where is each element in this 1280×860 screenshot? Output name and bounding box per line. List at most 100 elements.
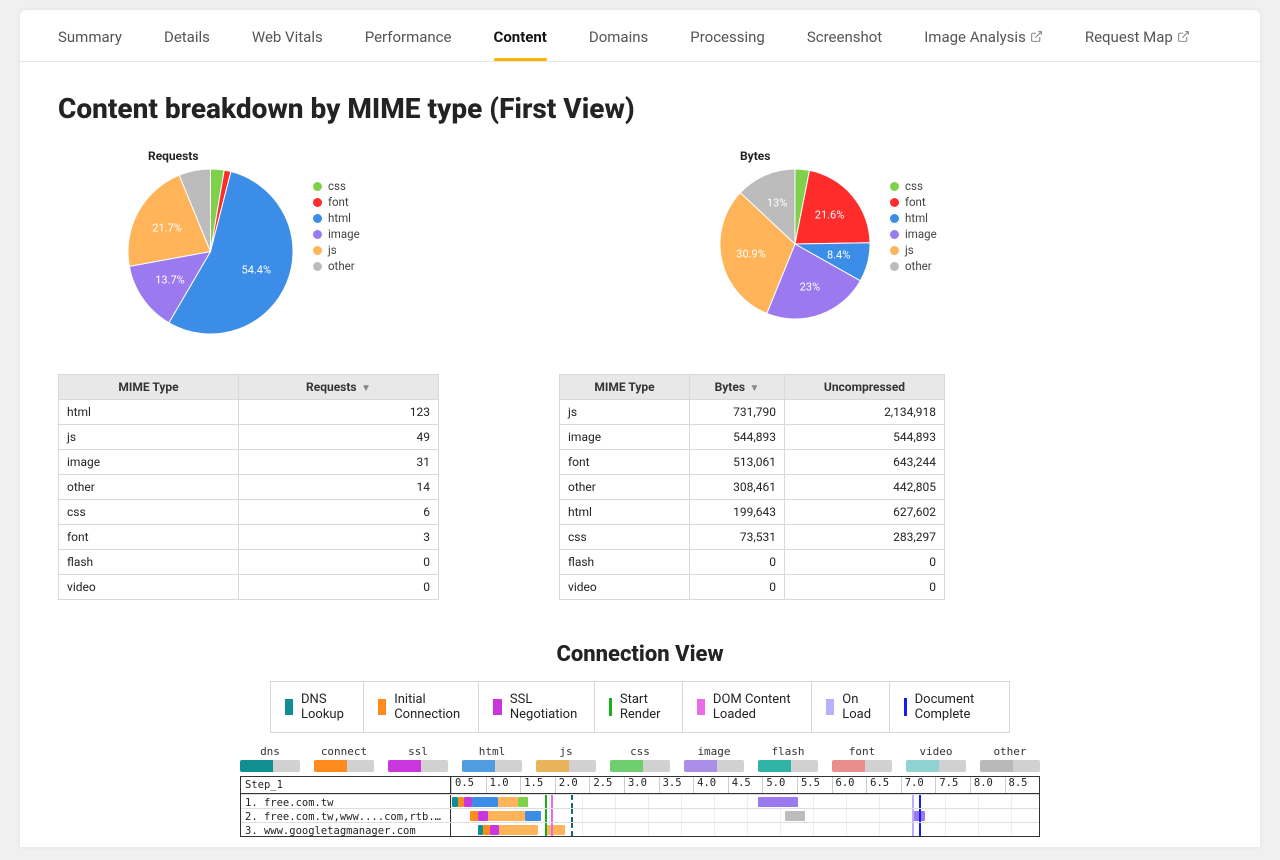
tab-performance[interactable]: Performance — [365, 24, 452, 61]
table-cell: font — [560, 450, 690, 475]
legend-swatch-icon — [890, 198, 899, 207]
table-cell: 6 — [239, 500, 439, 525]
wf-marker-document_complete — [919, 809, 921, 822]
swatch-icon — [826, 699, 834, 715]
col-legend-bar-icon — [536, 760, 596, 772]
table-cell: 643,244 — [785, 450, 945, 475]
col-header[interactable]: Bytes ▼ — [690, 375, 785, 400]
wf-marker-document_complete — [919, 823, 921, 836]
pie-requests: 54.4%13.7%21.7% — [128, 169, 293, 334]
legend-swatch-icon — [313, 262, 322, 271]
cv-legend-label: SSL Negotiation — [510, 692, 580, 722]
cv-legend-label: Document Complete — [915, 692, 995, 722]
col-legend-ssl: ssl — [388, 745, 448, 772]
wf-marker-on_load — [912, 823, 914, 836]
tab-image-analysis[interactable]: Image Analysis — [924, 24, 1043, 61]
legend-item-js: js — [890, 243, 937, 257]
table-cell: js — [59, 425, 239, 450]
wf-marker-dash — [571, 795, 573, 808]
waterfall: Step_10.51.01.52.02.53.03.54.04.55.05.56… — [240, 776, 1040, 837]
legend-label: js — [328, 243, 337, 257]
col-legend-bar-icon — [610, 760, 670, 772]
table-cell: video — [59, 575, 239, 600]
legend-swatch-icon — [313, 230, 322, 239]
swatch-icon — [285, 699, 293, 715]
wf-marker-dash — [571, 823, 573, 836]
table-cell: 0 — [239, 550, 439, 575]
wf-step-label: Step_1 — [241, 777, 451, 793]
cv-legend: DNS LookupInitial ConnectionSSL Negotiat… — [270, 681, 1010, 733]
legend-swatch-icon — [890, 246, 899, 255]
table-cell: 0 — [239, 575, 439, 600]
col-header[interactable]: Requests ▼ — [239, 375, 439, 400]
table-cell: 544,893 — [785, 425, 945, 450]
tab-content[interactable]: Content — [494, 24, 547, 61]
cv-legend-initial-connection: Initial Connection — [364, 682, 479, 732]
wf-tick: 5.0 — [762, 777, 797, 793]
legend-item-font: font — [890, 195, 937, 209]
cv-legend-label: Initial Connection — [394, 692, 464, 722]
table-row: other308,461442,805 — [560, 475, 945, 500]
legend-swatch-icon — [313, 182, 322, 191]
wf-tick: 6.0 — [832, 777, 867, 793]
cv-legend-document-complete: Document Complete — [890, 682, 1009, 732]
tab-request-map[interactable]: Request Map — [1085, 24, 1190, 61]
tab-summary[interactable]: Summary — [58, 24, 122, 61]
pie-slice-label: 13% — [767, 196, 787, 209]
legend-swatch-icon — [890, 214, 899, 223]
wf-segment-js — [499, 825, 538, 835]
table-cell: other — [560, 475, 690, 500]
legend-label: image — [905, 227, 937, 241]
legend-item-image: image — [890, 227, 937, 241]
wf-tick: 3.5 — [659, 777, 694, 793]
legend-swatch-icon — [313, 214, 322, 223]
pie-slice-label: 13.7% — [155, 273, 185, 286]
col-legend-bar-icon — [906, 760, 966, 772]
col-legend-bar-icon — [980, 760, 1040, 772]
tab-web-vitals[interactable]: Web Vitals — [252, 24, 323, 61]
table-row: font513,061643,244 — [560, 450, 945, 475]
tab-screenshot[interactable]: Screenshot — [807, 24, 882, 61]
table-row: image31 — [59, 450, 439, 475]
table-cell: js — [560, 400, 690, 425]
wf-marker-dom_content_loaded — [551, 809, 553, 822]
tab-details[interactable]: Details — [164, 24, 210, 61]
table-cell: font — [59, 525, 239, 550]
legend-label: font — [905, 195, 926, 209]
table-row: js731,7902,134,918 — [560, 400, 945, 425]
table-cell: css — [59, 500, 239, 525]
col-header[interactable]: Uncompressed — [785, 375, 945, 400]
legend-item-font: font — [313, 195, 360, 209]
pie-slice-label: 30.9% — [736, 247, 766, 260]
wf-segment-ssl — [490, 825, 499, 835]
tab-bar: Summary Details Web Vitals Performance Conte… — [20, 10, 1260, 62]
table-cell: html — [560, 500, 690, 525]
wf-marker-dom_content_loaded — [551, 823, 553, 836]
table-cell: image — [59, 450, 239, 475]
col-legend-image: image — [684, 745, 744, 772]
table-cell: 0 — [690, 550, 785, 575]
tab-domains[interactable]: Domains — [589, 24, 648, 61]
tab-processing[interactable]: Processing — [690, 24, 765, 61]
cv-legend-label: DOM Content Loaded — [713, 692, 797, 722]
chart-title-bytes: Bytes — [740, 149, 1222, 163]
wf-marker-start_render — [545, 823, 547, 836]
col-header[interactable]: MIME Type — [560, 375, 690, 400]
table-row: video00 — [560, 575, 945, 600]
col-header[interactable]: MIME Type — [59, 375, 239, 400]
wf-marker-on_load — [912, 809, 914, 822]
col-legend-flash: flash — [758, 745, 818, 772]
pie-slice-label: 8.4% — [827, 249, 850, 262]
table-cell: 513,061 — [690, 450, 785, 475]
col-legend-font: font — [832, 745, 892, 772]
swatch-icon — [609, 698, 612, 716]
legend-label: other — [328, 259, 355, 273]
legend-item-html: html — [313, 211, 360, 225]
wf-row: 3. www.googletagmanager.com — [241, 822, 1039, 836]
cv-legend-label: On Load — [842, 692, 875, 722]
wf-segment-js — [545, 825, 565, 835]
wf-tick: 8.5 — [1005, 777, 1040, 793]
wf-segment-ssl — [478, 811, 488, 821]
legend-label: other — [905, 259, 932, 273]
table-cell: 0 — [785, 575, 945, 600]
